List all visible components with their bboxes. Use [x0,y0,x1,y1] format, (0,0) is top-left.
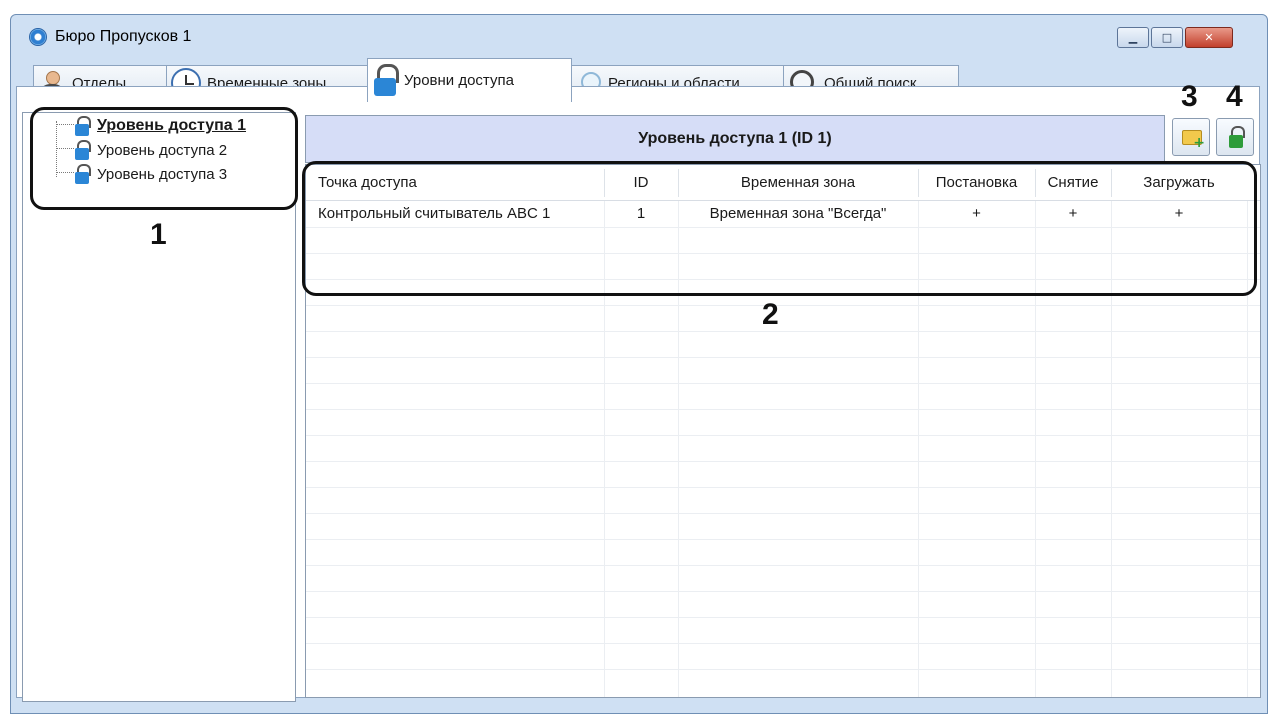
add-access-level-button[interactable] [1216,118,1254,156]
grid-line [306,487,1260,488]
folder-add-icon [1182,130,1205,151]
minimize-button[interactable]: ▁ [1117,27,1149,48]
maximize-button[interactable]: □ [1151,27,1183,48]
column-header-id[interactable]: ID [604,165,678,201]
grid-line [306,591,1260,592]
tree-connector [56,124,74,125]
grid-line [306,409,1260,410]
grid-line [306,461,1260,462]
tab-access-levels[interactable]: Уровни доступа [367,58,572,102]
grid-line [306,279,1260,280]
callout-number-1: 1 [150,218,167,251]
grid-line [306,617,1260,618]
column-header-time-zone[interactable]: Временная зона [678,165,918,201]
lock-icon [75,140,91,160]
tree-item-label: Уровень доступа 3 [97,165,228,183]
access-level-tree[interactable]: Уровень доступа 1 Уровень доступа 2 Уров… [22,112,296,702]
table-cell[interactable]: + [918,201,1035,227]
table-cell[interactable]: 1 [604,201,678,227]
tree-connector [56,172,74,173]
lock-add-icon [1229,126,1245,148]
grid-line [306,305,1260,306]
tree-item-label: Уровень доступа 1 [97,117,247,134]
table-header: Точка доступа ID Временная зона Постанов… [306,165,1260,201]
grid-line [306,643,1260,644]
grid-line [306,669,1260,670]
tree-item-label: Уровень доступа 2 [97,141,228,159]
grid-line [306,227,1260,228]
grid-line [306,331,1260,332]
grid-line [306,357,1260,358]
access-points-table[interactable]: Точка доступа ID Временная зона Постанов… [305,164,1261,698]
tree-item-access-level-2[interactable]: Уровень доступа 2 [75,139,227,161]
access-level-header: Уровень доступа 1 (ID 1) [305,115,1165,163]
column-header-arming[interactable]: Постановка [918,165,1035,201]
callout-number-4: 4 [1226,80,1243,113]
add-folder-button[interactable] [1172,118,1210,156]
tab-label: Уровни доступа [404,72,514,89]
column-header-load[interactable]: Загружать [1111,165,1247,201]
column-header-access-point[interactable]: Точка доступа [318,165,417,201]
tree-item-access-level-3[interactable]: Уровень доступа 3 [75,163,227,185]
close-button[interactable]: ✕ [1185,27,1233,48]
tree-connector [56,148,74,149]
lock-icon [75,116,91,136]
grid-line [306,435,1260,436]
table-cell[interactable]: + [1035,201,1111,227]
callout-number-3: 3 [1181,80,1198,113]
grid-line [306,513,1260,514]
lock-icon [372,63,399,98]
window-title: Бюро Пропусков 1 [55,28,192,45]
table-cell[interactable]: + [1111,201,1247,227]
column-header-disarming[interactable]: Снятие [1035,165,1111,201]
tree-connector [56,121,57,177]
grid-line [306,539,1260,540]
app-logo-icon [29,28,47,46]
grid-line [306,253,1260,254]
grid-line [306,383,1260,384]
table-cell[interactable]: Контрольный считыватель ABC 1 [318,201,550,227]
tree-item-access-level-1[interactable]: Уровень доступа 1 [75,115,246,137]
callout-number-2: 2 [762,298,779,331]
table-cell[interactable]: Временная зона "Всегда" [678,201,918,227]
grid-line [306,565,1260,566]
title-bar[interactable]: Бюро Пропусков 1 ▁ □ ✕ [11,15,1267,55]
lock-icon [75,164,91,184]
